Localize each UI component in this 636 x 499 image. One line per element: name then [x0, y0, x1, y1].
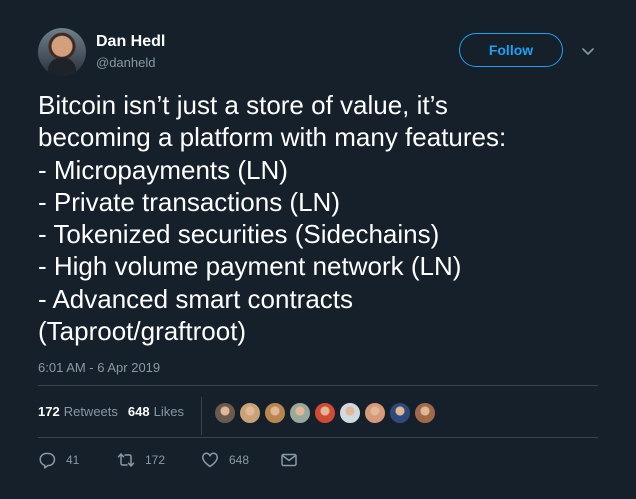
divider: [38, 385, 598, 386]
tweet-text-line: - Micropayments (LN): [38, 154, 288, 185]
liker-avatars: [214, 402, 439, 424]
reply-count: 41: [66, 453, 80, 467]
likes-label: Likes: [153, 404, 184, 419]
tweet-text-line: - Tokenized securities (Sidechains): [38, 219, 440, 250]
liker-avatar[interactable]: [289, 402, 311, 424]
likes-stat[interactable]: 648 Likes: [128, 404, 184, 419]
tweet-timestamp[interactable]: 6:01 AM - 6 Apr 2019: [38, 360, 160, 375]
retweet-icon: [117, 453, 135, 467]
envelope-icon: [281, 453, 297, 467]
likes-count: 648: [127, 404, 150, 419]
liker-avatar[interactable]: [364, 402, 386, 424]
tweet-text-line: becoming a platform with many features:: [38, 122, 507, 153]
author-display-name[interactable]: Dan Hedl: [96, 33, 165, 51]
retweet-count: 172: [145, 453, 166, 467]
tweet: Dan Hedl @danheld Follow Bitcoin isn’t j…: [0, 0, 636, 499]
tweet-text: Bitcoin isn’t just a store of value, it’…: [38, 89, 608, 347]
reply-button[interactable]: 41: [38, 451, 79, 469]
liker-avatar[interactable]: [264, 402, 286, 424]
retweets-stat[interactable]: 172 Retweets: [38, 404, 118, 419]
liker-avatar[interactable]: [314, 402, 336, 424]
tweet-text-line: (Taproot/graftroot): [38, 316, 247, 347]
direct-message-button[interactable]: [280, 451, 308, 469]
like-count: 648: [229, 453, 250, 467]
liker-avatar[interactable]: [414, 402, 436, 424]
chevron-down-icon[interactable]: [580, 43, 596, 59]
divider: [38, 437, 598, 438]
liker-avatar[interactable]: [239, 402, 261, 424]
stats-separator: [201, 397, 202, 435]
like-button[interactable]: 648: [201, 451, 249, 469]
liker-avatar[interactable]: [389, 402, 411, 424]
follow-button[interactable]: Follow: [459, 33, 563, 67]
retweet-button[interactable]: 172: [117, 451, 165, 469]
liker-avatar[interactable]: [339, 402, 361, 424]
tweet-text-line: Bitcoin isn’t just a store of value, it’…: [38, 90, 448, 120]
reply-icon: [39, 452, 56, 469]
author-avatar[interactable]: [38, 28, 86, 76]
retweets-count: 172: [38, 404, 60, 419]
tweet-stats: 172 Retweets 648 Likes: [38, 404, 194, 419]
liker-avatar[interactable]: [214, 402, 236, 424]
tweet-text-line: - Advanced smart contracts: [38, 283, 354, 314]
tweet-text-line: - Private transactions (LN): [38, 186, 340, 217]
tweet-text-line: - High volume payment network (LN): [38, 251, 462, 282]
heart-icon: [202, 452, 218, 468]
author-handle[interactable]: @danheld: [96, 55, 155, 70]
retweets-label: Retweets: [63, 404, 118, 419]
